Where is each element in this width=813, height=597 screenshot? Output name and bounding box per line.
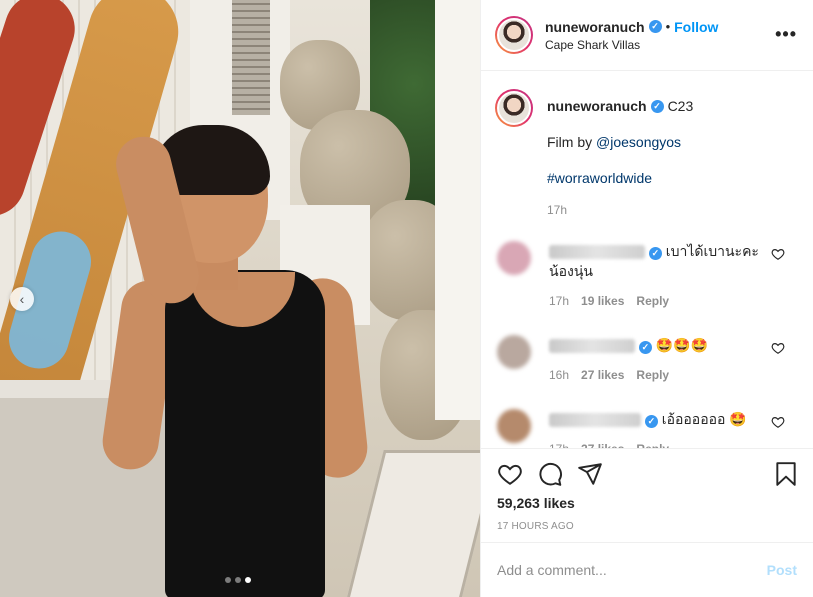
add-comment-bar: Post: [481, 542, 813, 597]
comment-likes[interactable]: 27 likes: [581, 365, 624, 385]
post-actions: 59,263 likes 17 HOURS AGO: [481, 448, 813, 542]
author-username[interactable]: nuneworanuch: [545, 19, 645, 35]
caption-credit-prefix: Film by: [547, 134, 593, 150]
more-options-icon[interactable]: •••: [775, 24, 797, 45]
comment-text: 🤩🤩🤩: [655, 337, 709, 353]
author-avatar[interactable]: [495, 16, 533, 54]
post-location[interactable]: Cape Shark Villas: [545, 38, 718, 52]
comment-likes[interactable]: 27 likes: [581, 439, 624, 448]
comment-body: ✓ เอ้ออออออ 🤩 17h 27 likes Reply: [549, 409, 769, 448]
post-header: nuneworanuch ✓ • Follow Cape Shark Villa…: [481, 0, 813, 71]
comment-heart-icon[interactable]: [771, 415, 785, 429]
reply-button[interactable]: Reply: [636, 439, 669, 448]
post-comment-button[interactable]: Post: [767, 562, 797, 578]
hashtag-link[interactable]: #worraworldwide: [547, 170, 652, 186]
commenter-avatar[interactable]: [497, 409, 531, 443]
carousel-dots: [225, 577, 251, 583]
comment-body: ✓ 🤩🤩🤩 16h 27 likes Reply: [549, 335, 769, 385]
caption-credit: Film by @joesongyos: [547, 133, 777, 151]
header-text: nuneworanuch ✓ • Follow Cape Shark Villa…: [545, 19, 718, 52]
caption-author-avatar[interactable]: [495, 89, 533, 127]
comment-text: เอ้ออออออ 🤩: [661, 411, 747, 427]
avatar-image: [497, 91, 531, 125]
commenter-avatar[interactable]: [497, 241, 531, 275]
verified-badge-icon: ✓: [648, 246, 662, 260]
caption-username[interactable]: nuneworanuch: [547, 97, 647, 115]
verified-badge-icon: ✓: [650, 99, 664, 113]
comment-heart-icon[interactable]: [771, 247, 785, 261]
comment-likes[interactable]: 19 likes: [581, 291, 624, 311]
comment-time[interactable]: 16h: [549, 365, 569, 385]
likes-count[interactable]: 59,263 likes: [497, 495, 797, 511]
comment-meta: 17h 27 likes Reply: [549, 439, 769, 448]
comment-meta: 16h 27 likes Reply: [549, 365, 769, 385]
comment-time[interactable]: 17h: [549, 439, 569, 448]
commenter-avatar[interactable]: [497, 335, 531, 369]
comments-section: nuneworanuch ✓ C23 Film by @joesongyos #…: [481, 71, 813, 448]
post-caption: nuneworanuch ✓ C23 Film by @joesongyos #…: [495, 89, 799, 219]
comment-item: ✓ 🤩🤩🤩 16h 27 likes Reply: [495, 335, 799, 385]
carousel-dot[interactable]: [235, 577, 241, 583]
photo-shutter: [232, 0, 270, 115]
carousel-dot-active[interactable]: [245, 577, 251, 583]
action-row: [497, 459, 797, 489]
carousel-dot[interactable]: [225, 577, 231, 583]
caption-title: C23: [667, 98, 694, 114]
comment-time[interactable]: 17h: [549, 291, 569, 311]
commenter-username-blurred[interactable]: [549, 413, 641, 428]
reply-button[interactable]: Reply: [636, 291, 669, 311]
post-media[interactable]: ‹: [0, 0, 480, 597]
follow-button[interactable]: Follow: [674, 19, 718, 35]
verified-badge-icon: ✓: [644, 414, 658, 428]
reply-button[interactable]: Reply: [636, 365, 669, 385]
share-icon[interactable]: [577, 461, 603, 487]
chevron-left-icon: ‹: [19, 291, 25, 307]
mention-link[interactable]: @joesongyos: [596, 134, 681, 150]
commenter-username-blurred[interactable]: [549, 245, 645, 260]
comment-icon[interactable]: [537, 461, 563, 487]
carousel-prev-button[interactable]: ‹: [10, 287, 34, 311]
caption-hashtags: #worraworldwide: [547, 169, 777, 187]
commenter-username-blurred[interactable]: [549, 339, 635, 354]
post-timestamp[interactable]: 17 HOURS AGO: [497, 521, 797, 532]
comment-body: ✓ เบาได้เบานะคะ น้องนุ่น 17h 19 likes Re…: [549, 241, 769, 311]
post-panel: nuneworanuch ✓ • Follow Cape Shark Villa…: [480, 0, 813, 597]
comment-heart-icon[interactable]: [771, 341, 785, 355]
caption-time[interactable]: 17h: [547, 201, 777, 219]
avatar-image: [497, 18, 531, 52]
comment-meta: 17h 19 likes Reply: [549, 291, 769, 311]
comment-item: ✓ เบาได้เบานะคะ น้องนุ่น 17h 19 likes Re…: [495, 241, 799, 311]
verified-badge-icon: ✓: [648, 20, 662, 33]
caption-body: nuneworanuch ✓ C23 Film by @joesongyos #…: [547, 89, 777, 219]
instagram-post: ‹ nuneworanuch ✓ • Follow Cape Shark Vil…: [0, 0, 813, 597]
verified-badge-icon: ✓: [638, 340, 652, 354]
comment-item: ✓ เอ้ออออออ 🤩 17h 27 likes Reply: [495, 409, 799, 448]
bookmark-icon[interactable]: [773, 461, 799, 487]
photo-curtain: [435, 0, 480, 420]
header-name-row: nuneworanuch ✓ • Follow: [545, 19, 718, 35]
caption-header: nuneworanuch ✓ C23: [547, 97, 777, 115]
comment-input[interactable]: [497, 562, 767, 578]
heart-icon[interactable]: [497, 461, 523, 487]
separator-dot: •: [665, 19, 671, 34]
